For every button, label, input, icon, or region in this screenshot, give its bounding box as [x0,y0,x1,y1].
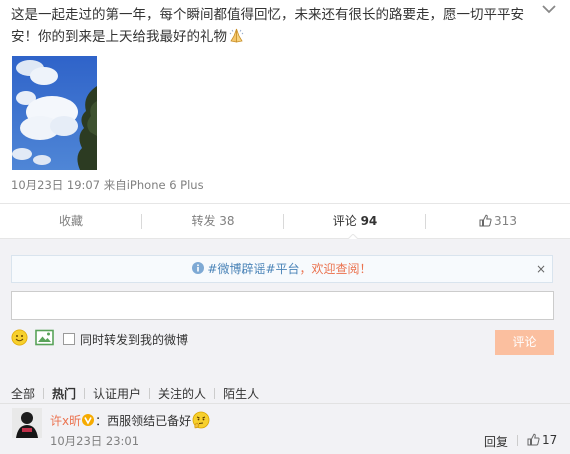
also-forward-checkbox[interactable] [63,333,75,345]
rumor-notice-bar: #微博辟谣#平台，欢迎查阅！ × [11,255,553,283]
avatar[interactable] [12,408,42,438]
thinking-emoji-icon [192,411,210,429]
like-button[interactable]: 313 [426,204,570,239]
favorite-button[interactable]: 收藏 [0,204,142,239]
comment-tab-button[interactable]: 评论 94 [284,204,426,240]
emoji-icon[interactable] [11,329,28,346]
filter-tab-strangers[interactable]: 陌生人 [223,385,259,402]
filter-tab-following[interactable]: 关注的人 [158,385,206,402]
reply-button[interactable]: 回复 [484,433,508,450]
close-icon[interactable]: × [536,256,546,282]
post-photo[interactable] [12,56,97,170]
comment-filter-tabs: 全部 热门 认证用户 关注的人 陌生人 [11,385,259,401]
filter-tab-hot[interactable]: 热门 [52,385,76,402]
divider [0,403,570,404]
rumor-platform-link[interactable]: #微博辟谣#平台 [207,262,299,276]
comment-label: 评论 [332,214,357,228]
filter-tab-verified[interactable]: 认证用户 [93,385,141,402]
tab-divider [149,388,151,399]
comment-item: 许x昕 ：西服领结已备好 [50,411,210,429]
post-action-bar: 收藏 转发 38 评论 94 313 [0,203,570,240]
filter-tab-all[interactable]: 全部 [11,385,35,402]
post-source-prefix: 来自 [103,178,127,192]
forward-label: 转发 [191,214,216,228]
praying-hands-emoji-icon [229,28,244,43]
notice-suffix[interactable]: ，欢迎查阅！ [300,262,372,276]
post-meta: 10月23日 19:07 来自iPhone 6 Plus [11,177,204,193]
forward-button[interactable]: 转发 38 [142,204,284,239]
verified-v-badge-icon[interactable] [82,414,95,426]
comment-text: 西服领结已备好 [107,414,192,428]
tab-divider [214,388,216,399]
thumbs-up-icon [479,214,492,227]
favorite-label: 收藏 [58,214,83,228]
avatar-image [12,408,42,438]
tab-divider [84,388,86,399]
post-time[interactable]: 10月23日 19:07 [11,178,100,192]
also-forward-label[interactable]: 同时转发到我的微博 [80,331,188,348]
comment-time: 10月23日 23:01 [50,434,140,448]
sky-cloud-photo-image [12,56,97,170]
post-source[interactable]: iPhone 6 Plus [127,178,204,192]
post-body-text: 这是一起走过的第一年，每个瞬间都值得回忆，未来还有很长的路要走，愿一切平平安安！… [11,7,524,45]
comment-colon: ： [95,414,108,428]
comment-like-count: 17 [542,433,558,447]
forward-count: 38 [219,214,235,228]
action-divider [517,435,518,446]
comment-count: 94 [360,214,378,228]
thumbs-up-icon [527,433,540,446]
post-text: 这是一起走过的第一年，每个瞬间都值得回忆，未来还有很长的路要走，愿一切平平安安！… [11,4,539,48]
tab-divider [43,388,45,399]
weibo-post: 这是一起走过的第一年，每个瞬间都值得回忆，未来还有很长的路要走，愿一切平平安安！… [0,0,570,203]
submit-comment-button[interactable]: 评论 [495,330,554,355]
chevron-down-icon[interactable] [540,2,558,16]
comment-input[interactable] [11,291,554,320]
comment-username[interactable]: 许x昕 [50,414,81,428]
like-count: 313 [494,214,517,228]
image-upload-icon[interactable] [35,329,54,346]
info-icon [192,262,205,274]
comment-like-button[interactable]: 17 [527,433,557,447]
